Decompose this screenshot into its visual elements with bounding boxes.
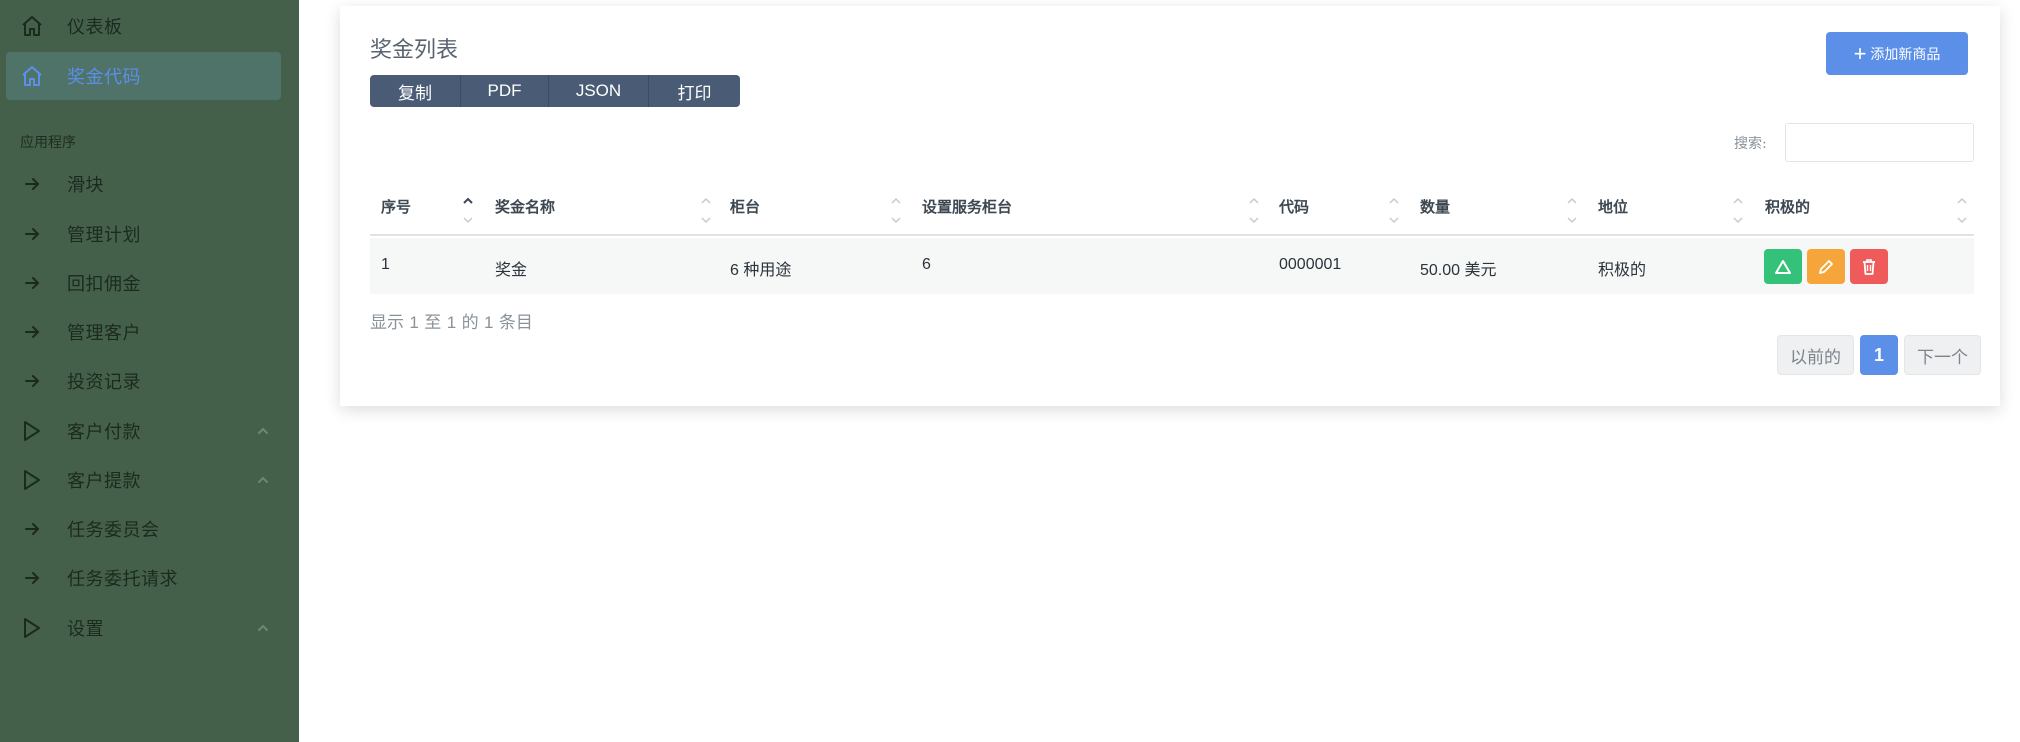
- column-header-bonus-name[interactable]: 奖金名称: [495, 196, 555, 217]
- cell-service-counter: 6: [922, 256, 931, 273]
- arrow-right-icon: [20, 222, 44, 246]
- sidebar: 仪表板 奖金代码 应用程序 滑块 管理计划 回扣佣金 管理客户 投资记录 客户付…: [0, 0, 299, 742]
- pdf-button[interactable]: PDF: [461, 75, 549, 107]
- cell-status: 积极的: [1598, 260, 1647, 279]
- chevron-up-icon: [255, 472, 271, 488]
- arrow-right-icon: [20, 517, 44, 541]
- info-from: 1: [409, 313, 419, 332]
- sidebar-item-label: 管理计划: [67, 225, 141, 246]
- plus-icon: +: [1853, 40, 1867, 66]
- column-header-counter[interactable]: 柜台: [730, 196, 760, 217]
- info-to: 1: [446, 313, 457, 332]
- arrow-right-icon: [20, 369, 44, 393]
- cell-counter: 6 种用途: [730, 256, 791, 280]
- info-to-word: 至: [424, 313, 442, 333]
- info-of-word: 的: [461, 313, 479, 333]
- edit-button[interactable]: [1807, 249, 1845, 284]
- play-icon: [20, 616, 44, 640]
- sidebar-item-customer-payments[interactable]: 客户付款: [6, 407, 281, 455]
- sidebar-item-label: 设置: [67, 619, 104, 640]
- sidebar-item-label: 任务委托请求: [67, 569, 178, 590]
- chevron-up-icon: [255, 620, 271, 636]
- cell-counter-unit: 种用途: [743, 260, 792, 279]
- cell-amount: 50.00 美元: [1420, 256, 1497, 280]
- pagination-page-1[interactable]: 1: [1860, 335, 1898, 375]
- sidebar-item-label: 仪表板: [67, 17, 123, 38]
- page-title: 奖金列表: [370, 38, 459, 63]
- sidebar-item-label: 客户付款: [67, 422, 141, 443]
- sort-icon[interactable]: [1248, 194, 1260, 226]
- column-header-active[interactable]: 积极的: [1765, 196, 1810, 217]
- sidebar-item-manage-customers[interactable]: 管理客户: [6, 308, 281, 356]
- sidebar-item-task-requests[interactable]: 任务委托请求: [6, 554, 281, 602]
- cell-amount-unit: 美元: [1464, 260, 1497, 279]
- info-total: 1: [483, 313, 494, 332]
- cell-code: 0000001: [1279, 256, 1342, 273]
- sort-icon[interactable]: [890, 194, 902, 226]
- search-input[interactable]: [1785, 123, 1974, 162]
- sidebar-item-label: 投资记录: [67, 372, 141, 393]
- play-icon: [20, 419, 44, 443]
- activate-button[interactable]: [1764, 249, 1802, 284]
- triangle-icon: [1775, 259, 1791, 274]
- sidebar-item-bonus-code[interactable]: 奖金代码: [6, 52, 281, 100]
- copy-button[interactable]: 复制: [370, 75, 461, 107]
- column-header-amount[interactable]: 数量: [1420, 196, 1450, 217]
- sidebar-item-label: 滑块: [67, 175, 104, 196]
- chevron-up-icon: [255, 423, 271, 439]
- sort-icon[interactable]: [1566, 194, 1578, 226]
- sort-icon[interactable]: [1388, 194, 1400, 226]
- column-header-index[interactable]: 序号: [381, 196, 411, 217]
- arrow-right-icon: [20, 320, 44, 344]
- cell-index: 1: [381, 256, 390, 273]
- sort-icon[interactable]: [1956, 194, 1968, 226]
- sort-icon[interactable]: [1732, 194, 1744, 226]
- print-button[interactable]: 打印: [649, 75, 740, 107]
- pagination-next[interactable]: 下一个: [1904, 335, 1981, 375]
- sidebar-item-investment-records[interactable]: 投资记录: [6, 357, 281, 405]
- sidebar-item-slider[interactable]: 滑块: [6, 160, 281, 208]
- sidebar-item-label: 回扣佣金: [67, 274, 141, 295]
- cell-counter-number: 6: [730, 262, 739, 279]
- sidebar-item-manage-plans[interactable]: 管理计划: [6, 210, 281, 258]
- pagination-prev[interactable]: 以前的: [1777, 335, 1854, 375]
- sidebar-item-label: 奖金代码: [67, 67, 141, 88]
- json-button[interactable]: JSON: [549, 75, 649, 107]
- sort-icon[interactable]: [700, 194, 712, 226]
- sidebar-item-label: 任务委员会: [67, 520, 160, 541]
- info-suffix: 条目: [498, 313, 533, 333]
- sidebar-item-rebate-commission[interactable]: 回扣佣金: [6, 259, 281, 307]
- sidebar-section-label: 应用程序: [20, 135, 76, 151]
- sidebar-item-customer-withdrawals[interactable]: 客户提款: [6, 456, 281, 504]
- play-icon: [20, 468, 44, 492]
- arrow-right-icon: [20, 566, 44, 590]
- arrow-right-icon: [20, 172, 44, 196]
- table-row: 1 奖金 6 种用途 6 0000001 50.00 美元 积极的: [370, 238, 1974, 294]
- cell-bonus-name: 奖金: [495, 260, 528, 279]
- column-header-code[interactable]: 代码: [1279, 196, 1309, 217]
- sidebar-item-label: 客户提款: [67, 471, 141, 492]
- add-button-label: 添加新商品: [1870, 46, 1941, 63]
- pencil-icon: [1819, 259, 1833, 274]
- column-header-status[interactable]: 地位: [1598, 196, 1628, 217]
- sidebar-item-task-commission[interactable]: 任务委员会: [6, 505, 281, 553]
- arrow-right-icon: [20, 271, 44, 295]
- search-label: 搜索:: [1734, 136, 1767, 152]
- home-icon: [20, 64, 44, 88]
- bonus-list-card: 奖金列表 复制 PDF JSON 打印 + 添加新商品 搜索: 序号 奖金名称 …: [340, 6, 2000, 406]
- sidebar-item-settings[interactable]: 设置: [6, 604, 281, 652]
- delete-button[interactable]: [1850, 249, 1888, 284]
- sidebar-item-dashboard[interactable]: 仪表板: [6, 2, 281, 50]
- table-info: 显示 1 至 1 的 1 条目: [370, 308, 533, 333]
- cell-amount-number: 50.00: [1420, 262, 1461, 279]
- sort-asc-icon[interactable]: [462, 194, 474, 226]
- column-header-service-counter[interactable]: 设置服务柜台: [922, 196, 1012, 217]
- sidebar-item-label: 管理客户: [67, 323, 141, 344]
- info-prefix: 显示: [370, 313, 404, 333]
- export-button-group: 复制 PDF JSON 打印: [370, 75, 740, 107]
- table-header: 序号 奖金名称 柜台 设置服务柜台 代码 数量 地位 积极的: [370, 186, 1974, 236]
- add-new-item-button[interactable]: + 添加新商品: [1826, 32, 1968, 75]
- home-icon: [20, 14, 44, 38]
- trash-icon: [1863, 258, 1875, 275]
